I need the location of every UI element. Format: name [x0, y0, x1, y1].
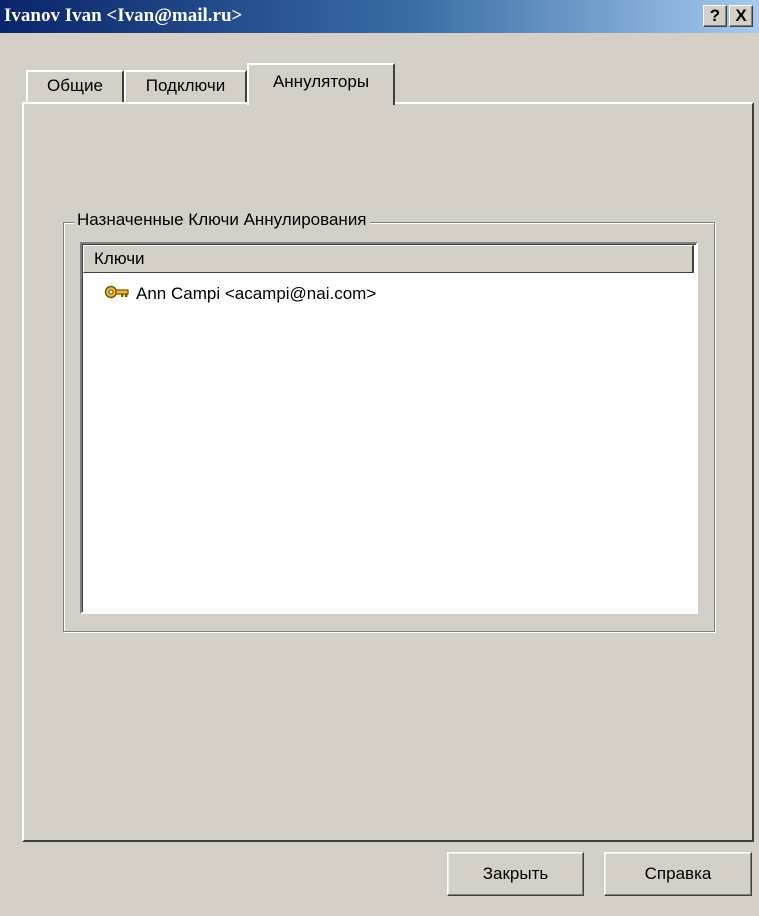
help-button[interactable]: Справка: [604, 852, 752, 896]
column-header-keys[interactable]: Ключи: [83, 245, 694, 273]
window-title: Ivanov Ivan <Ivan@mail.ru>: [4, 5, 243, 26]
key-icon: [104, 283, 130, 307]
tab-revokers[interactable]: Аннуляторы: [247, 63, 395, 105]
revokers-list[interactable]: Ключи Ann Campi <acampi@nai.com>: [80, 242, 698, 614]
groupbox-label: Назначенные Ключи Аннулирования: [74, 210, 370, 230]
tab-general[interactable]: Общие: [26, 70, 124, 102]
close-title-button[interactable]: X: [729, 5, 753, 27]
list-item-label: Ann Campi <acampi@nai.com>: [136, 284, 377, 303]
help-title-button[interactable]: ?: [703, 5, 727, 27]
tab-panel-revokers: Назначенные Ключи Аннулирования Ключи An…: [22, 102, 754, 842]
revokers-groupbox: Назначенные Ключи Аннулирования Ключи An…: [63, 210, 715, 632]
title-bar: Ivanov Ivan <Ivan@mail.ru> ? X: [0, 0, 759, 33]
list-item[interactable]: Ann Campi <acampi@nai.com>: [104, 282, 376, 306]
close-button[interactable]: Закрыть: [447, 852, 584, 896]
tab-subkeys[interactable]: Подключи: [124, 70, 247, 102]
